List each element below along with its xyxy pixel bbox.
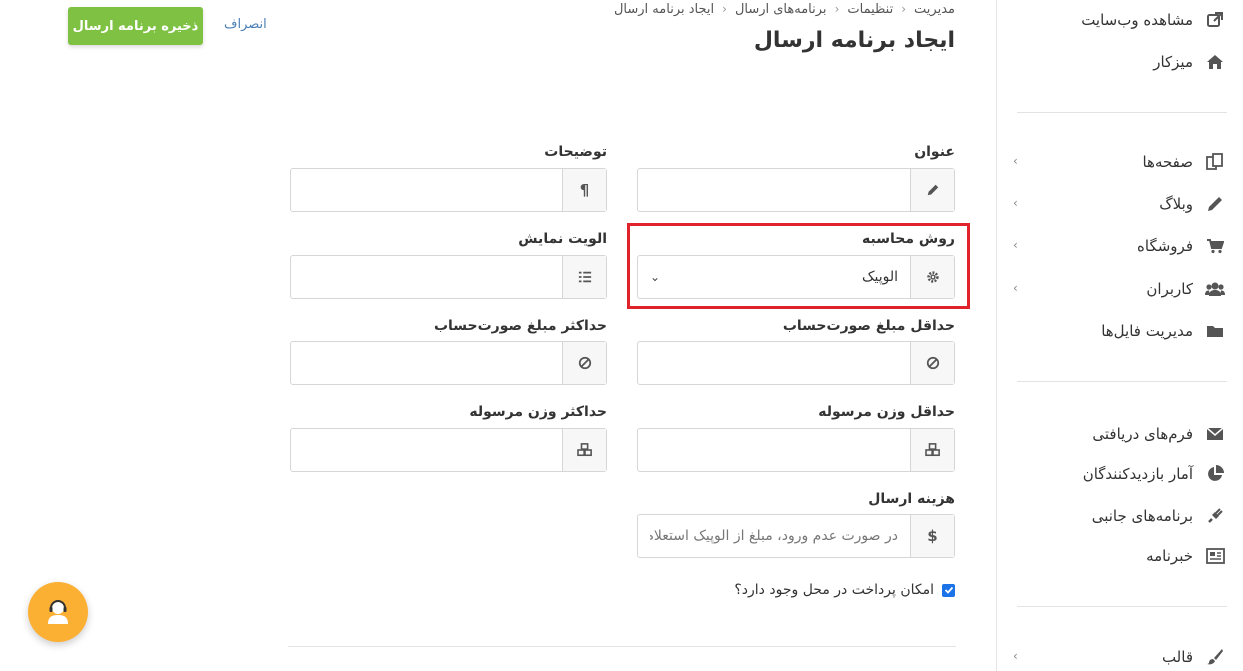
- cost-input[interactable]: [638, 515, 910, 557]
- max-weight-field: [290, 428, 607, 472]
- priority-input[interactable]: [291, 256, 562, 298]
- sidebar-item-blog[interactable]: ‹ وبلاگ: [1013, 189, 1225, 219]
- chevron-left-icon: ‹: [1013, 154, 1018, 168]
- priority-field: [290, 255, 607, 299]
- cubes-icon: [562, 429, 606, 471]
- priority-label: الویت نمایش: [518, 231, 607, 247]
- sidebar: مشاهده وب‌سایت میزکار ‹ صفحه‌ها ‹ وبلاگ …: [996, 0, 1243, 671]
- pie-chart-icon: [1205, 464, 1225, 484]
- external-link-icon: [1205, 10, 1225, 30]
- cart-icon: [1205, 236, 1225, 256]
- sidebar-item-label: مدیریت فایل‌ها: [1101, 322, 1193, 340]
- sidebar-divider: [1017, 112, 1227, 113]
- brush-icon: [1205, 647, 1225, 667]
- sidebar-item-label: وبلاگ: [1159, 195, 1193, 213]
- sidebar-item-label: فرم‌های دریافتی: [1092, 425, 1193, 443]
- title-field: [637, 168, 955, 212]
- sidebar-item-dashboard[interactable]: میزکار: [1013, 47, 1225, 77]
- sidebar-item-pages[interactable]: ‹ صفحه‌ها: [1013, 147, 1225, 177]
- cod-label: امکان پرداخت در محل وجود دارد؟: [734, 582, 934, 598]
- ban-icon: [562, 342, 606, 384]
- sidebar-item-theme[interactable]: ‹ قالب: [1013, 642, 1225, 671]
- sidebar-divider: [1017, 381, 1227, 382]
- sidebar-item-label: آمار بازدیدکنندگان: [1082, 465, 1193, 483]
- breadcrumb: مدیریت › تنظیمات › برنامه‌های ارسال › ای…: [614, 0, 955, 18]
- chevron-left-icon: ‹: [1013, 649, 1018, 663]
- chevron-left-icon: ‹: [1013, 238, 1018, 252]
- sidebar-item-users[interactable]: ‹ کاربران: [1013, 274, 1225, 304]
- newspaper-icon: [1205, 546, 1225, 566]
- breadcrumb-item[interactable]: تنظیمات: [847, 2, 893, 17]
- max-weight-input[interactable]: [291, 429, 562, 471]
- divider: [288, 646, 956, 647]
- chevron-left-icon: ‹: [1013, 196, 1018, 210]
- breadcrumb-item[interactable]: برنامه‌های ارسال: [735, 2, 827, 17]
- sidebar-item-visitor-stats[interactable]: آمار بازدیدکنندگان: [1013, 459, 1225, 489]
- support-agent-icon: [48, 600, 68, 624]
- min-weight-input[interactable]: [638, 429, 910, 471]
- home-icon: [1205, 52, 1225, 72]
- sidebar-divider: [1017, 606, 1227, 607]
- description-input[interactable]: [291, 169, 562, 211]
- pages-icon: [1205, 152, 1225, 172]
- max-weight-label: حداکثر وزن مرسوله: [469, 404, 607, 420]
- sidebar-item-label: خبرنامه: [1146, 547, 1193, 565]
- cost-field: $: [637, 514, 955, 558]
- envelope-icon: [1205, 424, 1225, 444]
- sidebar-item-label: برنامه‌های جانبی: [1091, 507, 1193, 525]
- cubes-icon: [910, 429, 954, 471]
- sidebar-item-file-manager[interactable]: مدیریت فایل‌ها: [1013, 316, 1225, 346]
- folder-icon: [1205, 321, 1225, 341]
- sidebar-item-plugins[interactable]: برنامه‌های جانبی: [1013, 501, 1225, 531]
- cod-checkbox[interactable]: [942, 583, 955, 597]
- dollar-icon: $: [910, 515, 954, 557]
- min-invoice-field: [637, 341, 955, 385]
- title-label: عنوان: [914, 144, 955, 160]
- sidebar-item-shop[interactable]: ‹ فروشگاه: [1013, 231, 1225, 261]
- description-field: ¶: [290, 168, 607, 212]
- sidebar-item-label: میزکار: [1153, 53, 1193, 71]
- support-chat-button[interactable]: [28, 582, 88, 642]
- breadcrumb-item[interactable]: مدیریت: [914, 2, 955, 17]
- paragraph-icon: ¶: [562, 169, 606, 211]
- max-invoice-field: [290, 341, 607, 385]
- plug-icon: [1205, 506, 1225, 526]
- chevron-left-icon: ›: [722, 2, 727, 16]
- cancel-link[interactable]: انصراف: [224, 17, 267, 32]
- sidebar-item-label: کاربران: [1146, 280, 1193, 298]
- min-weight-label: حداقل وزن مرسوله: [818, 404, 955, 420]
- cost-label: هزینه ارسال: [868, 491, 955, 507]
- chevron-left-icon: ›: [901, 2, 907, 16]
- min-invoice-label: حداقل مبلغ صورت‌حساب: [782, 318, 955, 334]
- sidebar-item-label: صفحه‌ها: [1142, 153, 1193, 171]
- sidebar-item-view-website[interactable]: مشاهده وب‌سایت: [1013, 5, 1225, 35]
- save-button[interactable]: ذخیره برنامه ارسال: [68, 7, 203, 45]
- title-input[interactable]: [638, 169, 910, 211]
- sidebar-item-label: فروشگاه: [1137, 237, 1193, 255]
- pencil-icon: [1205, 194, 1225, 214]
- page-title: ایجاد برنامه ارسال: [753, 28, 955, 53]
- pencil-icon: [910, 169, 954, 211]
- cod-checkbox-row[interactable]: امکان پرداخت در محل وجود دارد؟: [734, 582, 955, 598]
- highlight-box: [627, 223, 970, 309]
- sidebar-item-label: مشاهده وب‌سایت: [1081, 11, 1193, 29]
- description-label: توضیحات: [544, 144, 607, 160]
- sidebar-item-newsletter[interactable]: خبرنامه: [1013, 541, 1225, 571]
- users-icon: [1205, 279, 1225, 299]
- min-invoice-input[interactable]: [638, 342, 910, 384]
- chevron-left-icon: ‹: [1013, 281, 1018, 295]
- breadcrumb-item: ایجاد برنامه ارسال: [613, 1, 715, 17]
- ban-icon: [910, 342, 954, 384]
- max-invoice-input[interactable]: [291, 342, 562, 384]
- list-order-icon: [562, 256, 606, 298]
- sidebar-item-forms[interactable]: فرم‌های دریافتی: [1013, 419, 1225, 449]
- min-weight-field: [637, 428, 955, 472]
- sidebar-item-label: قالب: [1161, 648, 1193, 666]
- chevron-left-icon: ›: [834, 2, 840, 16]
- max-invoice-label: حداکثر مبلغ صورت‌حساب: [433, 318, 607, 334]
